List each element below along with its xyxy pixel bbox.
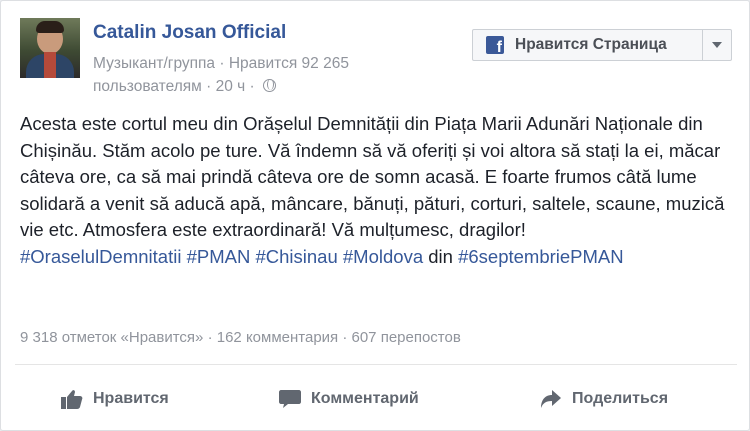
hashtag-pman[interactable]: #PMAN — [187, 246, 251, 267]
page-name[interactable]: Catalin Josan Official — [93, 22, 286, 44]
post-text: Acesta este cortul meu din Orășelul Demn… — [20, 111, 735, 270]
post-body: Acesta este cortul meu din Orășelul Demn… — [20, 113, 725, 240]
post-timestamp[interactable]: 20 ч — [216, 78, 246, 95]
like-page-label: Нравится Страница — [515, 36, 667, 53]
post-meta: Музыкант/группа · Нравится 92 265 пользо… — [93, 55, 349, 95]
comment-icon — [279, 390, 301, 408]
share-label: Поделиться — [572, 390, 669, 407]
post-card: Catalin Josan Official Музыкант/группа ·… — [0, 0, 750, 431]
share-button[interactable]: Поделиться — [540, 381, 668, 417]
hashtag-oraselul-demnitatii[interactable]: #OraselulDemnitatii — [20, 246, 181, 267]
like-page-main[interactable]: f Нравится Страница — [473, 30, 702, 60]
comment-label: Комментарий — [311, 390, 419, 407]
divider — [15, 364, 737, 365]
like-page-button[interactable]: f Нравится Страница — [472, 29, 732, 61]
hashtag-moldova[interactable]: #Moldova — [343, 246, 423, 267]
thumbs-up-icon — [61, 390, 83, 409]
hashtag-6septembrie-pman[interactable]: #6septembriePMAN — [458, 246, 624, 267]
post-stats: 9 318 отметок «Нравится» · 162 комментар… — [20, 329, 461, 346]
globe-icon[interactable] — [263, 79, 276, 92]
comments-count[interactable]: 162 комментария — [217, 329, 338, 346]
page-category: Музыкант/группа — [93, 55, 216, 72]
avatar[interactable] — [20, 18, 80, 78]
page-likes-suffix: пользователям — [93, 78, 202, 95]
like-button[interactable]: Нравится — [61, 381, 169, 417]
page-likes: Нравится 92 265 — [228, 55, 349, 72]
comment-button[interactable]: Комментарий — [279, 381, 419, 417]
hashtag-chisinau[interactable]: #Chisinau — [255, 246, 337, 267]
chevron-down-icon[interactable] — [712, 42, 722, 48]
share-arrow-icon — [541, 390, 561, 408]
like-label: Нравится — [93, 390, 169, 407]
facebook-icon: f — [486, 36, 504, 54]
shares-count[interactable]: 607 перепостов — [352, 329, 461, 346]
button-separator — [702, 30, 703, 60]
action-bar: Нравится Комментарий Поделиться — [1, 381, 749, 417]
hashtag-connector: din — [428, 245, 453, 267]
likes-count[interactable]: 9 318 отметок «Нравится» — [20, 329, 203, 346]
